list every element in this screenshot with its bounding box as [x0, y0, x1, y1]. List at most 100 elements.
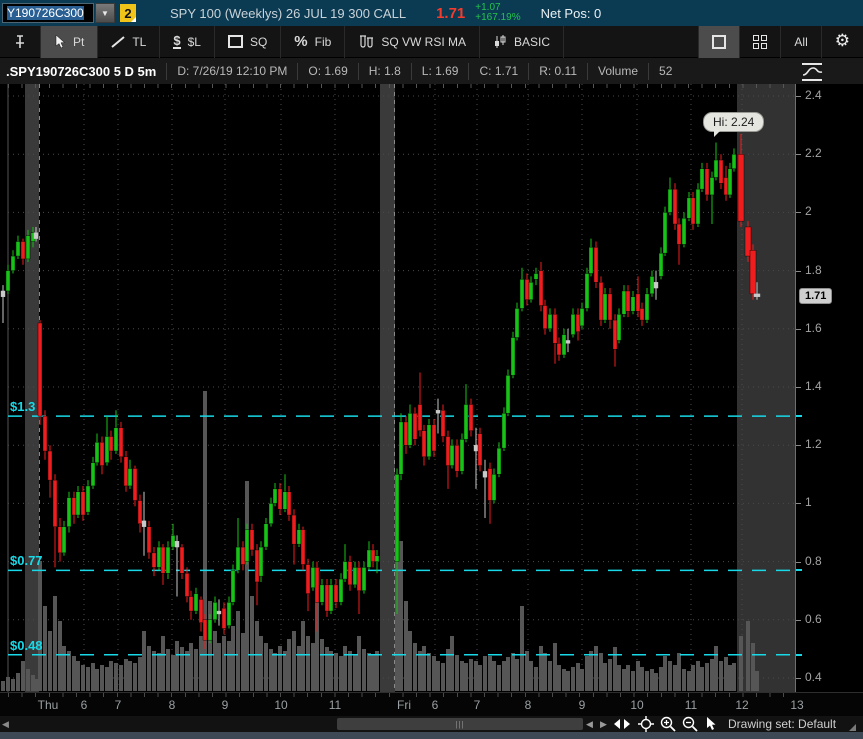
volume-bar	[320, 639, 324, 691]
candle-body	[52, 479, 58, 527]
volume-bar	[511, 653, 515, 691]
candle-body	[104, 436, 110, 463]
studies-set-button[interactable]: SQ VW RSI MA	[345, 25, 480, 58]
volume-bar	[241, 633, 245, 691]
volume-bar	[687, 671, 691, 691]
volume-bar	[464, 663, 468, 691]
zoom-in-icon[interactable]	[658, 716, 678, 732]
tool-trendline-button[interactable]: TL	[98, 25, 161, 58]
volume-bar	[6, 677, 10, 691]
layout-all-button[interactable]: All	[780, 25, 820, 58]
volume-bar	[603, 663, 607, 691]
candle-body	[593, 247, 599, 283]
volume-bar	[492, 661, 496, 691]
symbol-input[interactable]: Y190726C300	[2, 3, 94, 23]
volume-bar	[506, 657, 510, 691]
candle-body	[216, 610, 222, 615]
drawing-set-menu[interactable]: Drawing set: Default	[728, 717, 836, 731]
candle-body	[630, 296, 636, 312]
price-alert-label[interactable]: $1.3	[10, 399, 35, 414]
candle-body	[366, 549, 372, 568]
field-datetime: D: 7/26/19 12:10 PM	[166, 62, 297, 80]
volume-bar	[566, 671, 570, 691]
tool-price-level-button[interactable]: $ $L	[160, 25, 215, 58]
volume-bar	[432, 656, 436, 691]
volume-bar	[724, 657, 728, 691]
tool-pointer-button[interactable]: Pt	[41, 25, 99, 58]
volume-bar	[194, 649, 198, 691]
price-axis[interactable]: 1.71 2.4 2.2 2 1.8 1.6 1.4 1.2 1 0.8 0.6 0.4	[795, 84, 863, 692]
candle-body	[342, 561, 348, 580]
zoom-out-icon[interactable]	[680, 716, 700, 732]
volume-bar	[375, 651, 379, 691]
volume-bar	[26, 669, 30, 691]
volume-bar	[301, 621, 305, 691]
volume-bar	[529, 661, 533, 691]
last-price-bubble: 1.71	[799, 287, 833, 304]
candle-body	[99, 442, 105, 466]
volume-bar	[53, 596, 57, 691]
candle-body	[482, 471, 488, 478]
candle-body	[235, 546, 241, 571]
price-axis-label: 2.2	[805, 146, 822, 161]
scroll-far-left-arrow[interactable]: ◀	[2, 719, 9, 730]
candle-body	[588, 247, 594, 274]
chart-style-quick-icon[interactable]	[800, 61, 826, 83]
volume-bar	[297, 646, 301, 691]
time-axis[interactable]: Thu 6 7 8 9 10 11 Fri 6 7 8 9 10 11 12 13	[0, 692, 863, 716]
tool-rectangle-button[interactable]: SQ	[215, 25, 282, 58]
candle-body	[749, 250, 757, 295]
volume-bar	[539, 646, 543, 691]
candle-body	[556, 343, 562, 356]
scrollbar-thumb[interactable]: |||	[337, 718, 583, 730]
candle-body	[57, 526, 63, 554]
candle-body	[263, 523, 269, 548]
candle-body	[565, 340, 571, 344]
pan-mode-icon[interactable]	[612, 716, 632, 732]
pin-button[interactable]	[0, 25, 41, 58]
volume-bar	[682, 669, 686, 691]
candle-body	[296, 529, 302, 545]
candle-body	[156, 546, 162, 568]
layout-single-button[interactable]	[698, 25, 740, 58]
candle-body	[407, 412, 413, 446]
volume-bar	[38, 561, 42, 691]
volume-bar	[273, 653, 277, 691]
pointer-mode-icon[interactable]	[701, 716, 721, 732]
candle-body	[672, 188, 678, 225]
candle-body	[412, 412, 418, 440]
linked-group-badge[interactable]: 2	[120, 4, 136, 22]
volume-bar	[152, 651, 156, 691]
price-alert-label[interactable]: $0.77	[10, 553, 43, 568]
volume-bar	[58, 621, 62, 691]
volume-bar	[292, 631, 296, 691]
volume-bar	[278, 646, 282, 691]
candle-body	[352, 567, 358, 586]
resize-grip-icon[interactable]	[849, 724, 856, 731]
candle-body	[61, 526, 67, 554]
candle-body	[496, 447, 502, 475]
candle-body	[662, 212, 668, 254]
volume-bar	[91, 663, 95, 691]
volume-bar	[422, 646, 426, 691]
settings-button[interactable]: ⚙	[820, 25, 863, 58]
symbol-dropdown-button[interactable]: ▼	[95, 3, 115, 23]
chart-canvas[interactable]	[0, 84, 795, 692]
candle-body	[174, 541, 180, 548]
last-price: 1.71	[436, 4, 466, 22]
volume-bar	[543, 653, 547, 691]
layout-grid-button[interactable]	[739, 25, 780, 58]
price-axis-tick	[796, 270, 801, 272]
price-alert-label[interactable]: $0.48	[10, 638, 43, 653]
price-axis-label: 1.8	[805, 262, 822, 277]
scroll-left-button[interactable]: ◀	[586, 719, 593, 730]
candle-body	[212, 602, 218, 621]
scroll-right-button[interactable]: ▶	[600, 719, 607, 730]
chart-style-basic-button[interactable]: BASIC	[480, 25, 565, 58]
tool-fibonacci-button[interactable]: % Fib	[281, 25, 346, 58]
candle-body	[132, 468, 138, 501]
crosshair-icon[interactable]	[636, 716, 656, 732]
candle-body	[653, 282, 659, 289]
volume-bar	[469, 659, 473, 691]
volume-bar	[557, 665, 561, 691]
